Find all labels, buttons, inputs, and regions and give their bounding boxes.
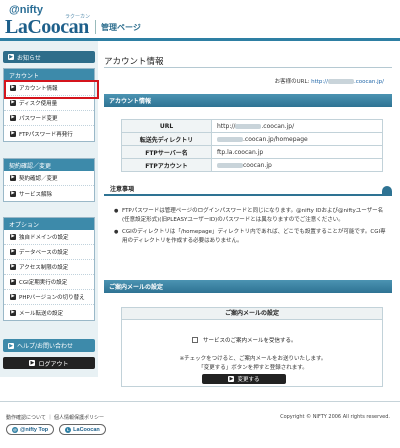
sidebar-item-label: メール転送の設定 bbox=[19, 310, 64, 317]
mail-settings-form: ご案内メールの設定 サービスのご案内メールを受信する。 ※チェックをつけると、ご… bbox=[121, 307, 383, 387]
list-item: CGIのディレクトリは「/homepage」ディレクトリ内であれば、どこでも設置… bbox=[114, 228, 386, 246]
sidebar-item-label: ディスク使用量 bbox=[19, 101, 58, 107]
footer-links[interactable]: 動作確認について ｜ 個人情報保護ポリシー bbox=[6, 414, 104, 421]
sidebar-item-label: パスワード変更 bbox=[19, 116, 58, 122]
user-url: お客様のURL: http://.coocan.jp/ bbox=[275, 77, 384, 85]
table-label: URL bbox=[121, 119, 212, 133]
table-value: .coocan.jp/homepage bbox=[211, 132, 383, 146]
arrow-right-icon: ▶ bbox=[10, 309, 16, 316]
arrow-right-icon: ▶ bbox=[228, 376, 235, 382]
arrow-right-icon: ▶ bbox=[10, 130, 16, 137]
nifty-icon: @ bbox=[12, 426, 18, 433]
form-box-title: ご案内メールの設定 bbox=[122, 308, 382, 320]
arrow-right-icon: ▶ bbox=[10, 234, 16, 240]
sidebar-item-domain[interactable]: ▶ 独自ドメインの設定 bbox=[4, 230, 94, 245]
footer-divider bbox=[0, 401, 400, 402]
mail-checkbox-label: サービスのご案内メールを受信する。 bbox=[203, 338, 297, 344]
lacoocan-link[interactable]: L LaCoocan bbox=[59, 424, 106, 435]
nifty-logo[interactable]: @nifty bbox=[9, 4, 43, 16]
arrow-right-icon: ▶ bbox=[10, 115, 16, 121]
table-row: FTPアカウント coocan.jp bbox=[121, 158, 383, 172]
logout-button[interactable]: ▶ ログアウト bbox=[3, 357, 95, 369]
notes-list: FTPパスワードは管理ページのログインパスワードと同じになります。@nifty … bbox=[114, 207, 386, 249]
sidebar-item-contract-change[interactable]: ▶ 契約確認／変更 bbox=[4, 171, 94, 186]
table-label: FTPアカウント bbox=[121, 158, 212, 172]
lacoocan-logo[interactable]: LaCoocan bbox=[5, 16, 89, 39]
logout-label: ログアウト bbox=[38, 360, 69, 368]
form-note: 「変更する」ボタンを押すと登録されます。 bbox=[198, 365, 308, 371]
contract-section: 契約確認／変更 ▶ 契約確認／変更 ▶ サービス解除 bbox=[3, 158, 95, 202]
sidebar-item-service-cancel[interactable]: ▶ サービス解除 bbox=[4, 186, 94, 201]
footer-badges: @ @nifty Top L LaCoocan bbox=[6, 424, 106, 435]
account-info-heading: アカウント情報 bbox=[104, 94, 392, 107]
arrow-right-icon: ▶ bbox=[10, 294, 16, 300]
section-tab bbox=[382, 186, 392, 196]
redacted-text bbox=[217, 162, 243, 168]
arrow-right-icon: ▶ bbox=[10, 100, 16, 106]
sidebar-item-label: CGI定期実行の設定 bbox=[19, 280, 68, 286]
copyright: Copyright © NIFTY 2006 All rights reserv… bbox=[280, 414, 390, 420]
sidebar-item-label: 契約確認／変更 bbox=[19, 176, 58, 182]
sidebar-item-mail-forward[interactable]: ▶ メール転送の設定 bbox=[4, 305, 94, 320]
arrow-right-icon: ▶ bbox=[10, 264, 16, 270]
notes-heading: 注意事項 bbox=[104, 183, 392, 196]
redacted-text bbox=[327, 79, 354, 84]
user-url-link[interactable]: http://.coocan.jp/ bbox=[311, 79, 384, 85]
option-section: オプション ▶ 独自ドメインの設定 ▶ データベースの設定 ▶ アクセス制限の設… bbox=[3, 217, 95, 321]
sidebar-item-label: アクセス制限の設定 bbox=[19, 265, 69, 271]
redacted-text bbox=[217, 136, 243, 142]
table-row: URL http://.coocan.jp/ bbox=[121, 119, 383, 133]
header-title: 管理ページ bbox=[101, 23, 141, 32]
arrow-right-icon: ▶ bbox=[8, 342, 14, 349]
nifty-top-link[interactable]: @ @nifty Top bbox=[6, 424, 55, 435]
table-value: http://.coocan.jp/ bbox=[211, 119, 383, 133]
arrow-right-icon: ▶ bbox=[29, 360, 36, 366]
sidebar-item-password-change[interactable]: ▶ パスワード変更 bbox=[4, 111, 94, 126]
account-info-table: URL http://.coocan.jp/ 転送先ディレクトリ .coocan… bbox=[121, 119, 383, 172]
notice-button[interactable]: ▶ お知らせ bbox=[3, 51, 95, 63]
redacted-text bbox=[235, 123, 262, 129]
lacoocan-icon: L bbox=[65, 426, 72, 433]
table-value: coocan.jp bbox=[211, 158, 383, 172]
form-note: ※チェックをつけると、ご案内メールをお送りいたします。 bbox=[179, 356, 327, 362]
user-url-label: お客様のURL: bbox=[274, 79, 312, 85]
sidebar-item-label: PHPバージョンの切り替え bbox=[19, 295, 85, 301]
sidebar-item-label: 独自ドメインの設定 bbox=[19, 235, 69, 241]
contract-section-heading: 契約確認／変更 bbox=[4, 159, 94, 171]
sidebar-item-cgi-schedule[interactable]: ▶ CGI定期実行の設定 bbox=[4, 275, 94, 290]
help-button[interactable]: ▶ ヘルプ/お問い合わせ bbox=[3, 339, 95, 352]
table-value: ftp.la.coocan.jp bbox=[211, 145, 383, 159]
arrow-right-icon: ▶ bbox=[10, 249, 16, 255]
arrow-right-icon: ▶ bbox=[10, 279, 16, 285]
sidebar-item-database[interactable]: ▶ データベースの設定 bbox=[4, 245, 94, 260]
table-row: FTPサーバー名 ftp.la.coocan.jp bbox=[121, 145, 383, 159]
sidebar-item-access-restriction[interactable]: ▶ アクセス制限の設定 bbox=[4, 260, 94, 275]
mail-checkbox[interactable] bbox=[192, 337, 198, 343]
arrow-right-icon: ▶ bbox=[10, 190, 16, 197]
header-divider bbox=[95, 20, 96, 34]
submit-label: 変更する bbox=[237, 377, 260, 383]
table-label: 転送先ディレクトリ bbox=[121, 132, 212, 146]
submit-button[interactable]: ▶ 変更する bbox=[202, 374, 286, 384]
mail-settings-heading: ご案内メールの設定 bbox=[104, 280, 392, 293]
sidebar-item-ftp-password-reissue[interactable]: ▶ FTPパスワード再発行 bbox=[4, 126, 94, 141]
highlight-box bbox=[4, 80, 99, 99]
sidebar-item-label: サービス解除 bbox=[19, 191, 53, 198]
list-item: FTPパスワードは管理ページのログインパスワードと同じになります。@nifty … bbox=[114, 207, 386, 225]
option-section-heading: オプション bbox=[4, 218, 94, 230]
header: @nifty ラクーカン LaCoocan 管理ページ bbox=[0, 0, 400, 40]
table-label: FTPサーバー名 bbox=[121, 145, 212, 159]
mail-checkbox-row[interactable]: サービスのご案内メールを受信する。 bbox=[192, 336, 297, 344]
table-row: 転送先ディレクトリ .coocan.jp/homepage bbox=[121, 132, 383, 146]
sidebar-item-php-version[interactable]: ▶ PHPバージョンの切り替え bbox=[4, 290, 94, 305]
arrow-right-icon: ▶ bbox=[10, 175, 16, 181]
page-title: アカウント情報 bbox=[104, 57, 164, 67]
title-divider bbox=[104, 67, 392, 68]
sidebar-item-label: データベースの設定 bbox=[19, 250, 69, 256]
sidebar-item-label: FTPパスワード再発行 bbox=[19, 131, 73, 138]
help-label: ヘルプ/お問い合わせ bbox=[17, 343, 74, 350]
arrow-right-icon: ▶ bbox=[8, 54, 14, 60]
notice-label: お知らせ bbox=[17, 54, 41, 62]
